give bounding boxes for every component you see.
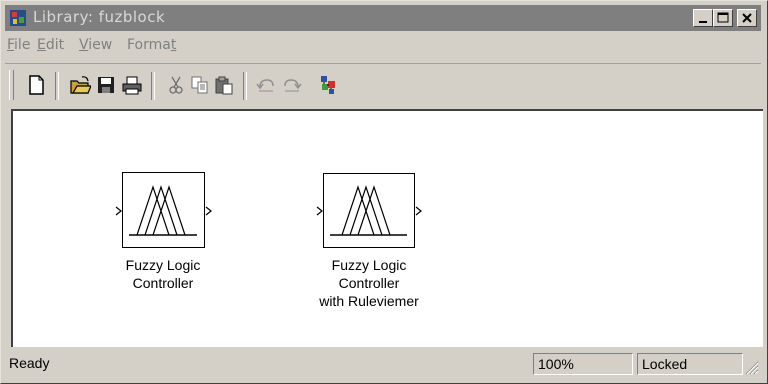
- menu-view[interactable]: View: [79, 37, 112, 53]
- toolbar-grip[interactable]: [9, 70, 14, 100]
- maximize-icon: [717, 12, 729, 23]
- undo-button[interactable]: [255, 74, 277, 96]
- new-icon: [29, 75, 44, 95]
- cut-button[interactable]: [165, 74, 187, 96]
- simulink-library-icon[interactable]: [9, 9, 27, 27]
- output-port-icon[interactable]: [414, 205, 424, 217]
- fuzzy-logic-controller-block[interactable]: [122, 172, 205, 248]
- maximize-button[interactable]: [713, 9, 733, 27]
- model-canvas[interactable]: Fuzzy Logic Controller Fuzzy Logic Contr…: [11, 109, 763, 347]
- menu-file[interactable]: File: [7, 37, 30, 53]
- library-window: Library: fuzblock File Edit View Format: [0, 0, 768, 384]
- paste-icon: [215, 76, 233, 95]
- minimize-icon: [699, 21, 707, 23]
- library-browser-icon: [321, 76, 335, 94]
- output-port-icon[interactable]: [204, 205, 214, 217]
- block-label: Fuzzy Logic Controller with Ruleviemer: [319, 257, 419, 309]
- library-browser-button[interactable]: [317, 74, 339, 96]
- close-icon: [742, 13, 752, 23]
- copy-button[interactable]: [189, 74, 211, 96]
- menu-edit[interactable]: Edit: [37, 37, 64, 53]
- redo-icon: [284, 79, 302, 92]
- resize-grip-icon[interactable]: [743, 359, 759, 375]
- status-bar: Ready 100% Locked: [5, 353, 761, 379]
- membership-functions-icon: [129, 185, 197, 236]
- block-label: Fuzzy Logic Controller: [125, 257, 201, 291]
- close-button[interactable]: [737, 9, 757, 27]
- minimize-button[interactable]: [693, 9, 713, 27]
- status-text: Ready: [9, 355, 50, 371]
- cut-icon: [169, 76, 183, 94]
- toolbar-separator: [55, 72, 59, 100]
- save-button[interactable]: [95, 74, 117, 96]
- window-title: Library: fuzblock: [33, 8, 166, 26]
- lock-status: Locked: [637, 353, 743, 375]
- toolbar-separator: [151, 72, 155, 100]
- print-icon: [122, 76, 142, 95]
- toolbar: [5, 63, 761, 104]
- membership-functions-icon: [330, 185, 407, 236]
- toolbar-separator: [243, 72, 247, 100]
- menu-bar: File Edit View Format: [5, 34, 761, 56]
- paste-button[interactable]: [213, 74, 235, 96]
- save-icon: [98, 77, 114, 93]
- copy-icon: [191, 76, 208, 94]
- zoom-level: 100%: [533, 353, 633, 375]
- print-button[interactable]: [121, 74, 143, 96]
- redo-button[interactable]: [281, 74, 303, 96]
- undo-icon: [256, 79, 274, 92]
- fuzzy-logic-controller-ruleviewer-block[interactable]: [323, 173, 415, 248]
- open-button[interactable]: [69, 74, 92, 96]
- title-bar[interactable]: Library: fuzblock: [5, 5, 761, 31]
- new-button[interactable]: [25, 74, 47, 96]
- open-icon: [70, 76, 92, 94]
- menu-format[interactable]: Format: [127, 37, 176, 53]
